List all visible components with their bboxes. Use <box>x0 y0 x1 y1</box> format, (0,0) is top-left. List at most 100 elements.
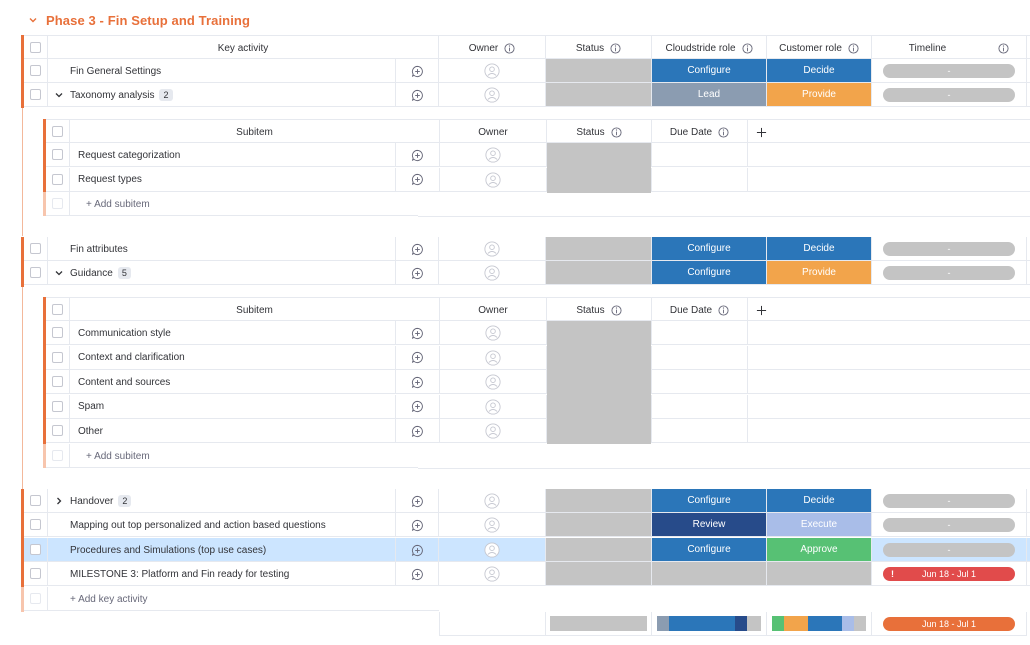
cloudstride-role-label[interactable]: Configure <box>652 538 766 561</box>
subitem-row[interactable]: Request types <box>46 167 1030 193</box>
subitem-checkbox[interactable] <box>52 400 63 412</box>
column-header-due-date[interactable]: Due Date <box>670 305 712 316</box>
info-icon[interactable] <box>605 304 622 316</box>
status-cell[interactable] <box>547 370 651 395</box>
owner-avatar-icon[interactable] <box>485 147 501 163</box>
chevron-right-icon[interactable] <box>54 496 64 506</box>
subitem-select-all-checkbox[interactable] <box>52 126 63 137</box>
add-update-icon[interactable] <box>411 495 424 508</box>
due-date-cell[interactable] <box>652 321 748 345</box>
status-cell[interactable] <box>546 538 651 561</box>
subitem-checkbox[interactable] <box>52 351 63 363</box>
due-date-cell[interactable] <box>652 167 748 192</box>
timeline-pill[interactable]: - <box>883 242 1015 256</box>
row-name[interactable]: Mapping out top personalized and action … <box>70 520 326 531</box>
owner-avatar-icon[interactable] <box>484 542 500 558</box>
customer-role-label[interactable]: Approve <box>767 538 871 561</box>
due-date-cell[interactable] <box>652 394 748 419</box>
subitem-count-badge[interactable]: 5 <box>117 267 131 279</box>
due-date-cell[interactable] <box>652 345 748 370</box>
column-header-owner[interactable]: Owner <box>478 305 507 316</box>
subitem-row[interactable]: Other <box>46 419 1030 444</box>
row-name[interactable]: Fin attributes <box>70 244 128 255</box>
column-header-timeline[interactable]: Timeline <box>909 43 946 54</box>
subitem-row[interactable]: Content and sources <box>46 370 1030 395</box>
info-icon[interactable] <box>712 304 729 316</box>
owner-avatar-icon[interactable] <box>484 87 500 103</box>
chevron-down-icon[interactable] <box>28 15 38 25</box>
column-header-customer-role[interactable]: Customer role <box>779 43 842 54</box>
column-header-key-activity[interactable]: Key activity <box>218 43 269 54</box>
column-header-due-date[interactable]: Due Date <box>670 127 712 138</box>
table-row[interactable]: Fin General Settings Configure Decide - <box>24 59 1030 83</box>
add-update-icon[interactable] <box>411 544 424 557</box>
row-name[interactable]: Taxonomy analysis <box>70 90 154 101</box>
customer-role-label[interactable]: Decide <box>767 489 871 512</box>
owner-avatar-icon[interactable] <box>484 265 500 281</box>
add-key-activity-button[interactable]: + Add key activity <box>70 594 148 605</box>
chevron-down-icon[interactable] <box>54 268 64 278</box>
status-cell[interactable] <box>546 489 651 512</box>
subitem-checkbox[interactable] <box>52 173 63 185</box>
add-column-icon[interactable] <box>756 305 767 316</box>
subitem-checkbox[interactable] <box>52 327 63 338</box>
column-header-subitem[interactable]: Subitem <box>236 305 273 316</box>
status-cell[interactable] <box>546 261 651 284</box>
add-update-icon[interactable] <box>411 351 424 364</box>
add-subitem-row[interactable]: + Add subitem <box>46 444 418 468</box>
row-name[interactable]: Procedures and Simulations (top use case… <box>70 545 266 556</box>
subitem-name[interactable]: Request categorization <box>78 150 180 161</box>
table-row[interactable]: Taxonomy analysis 2 Lead Provide - <box>24 83 1030 107</box>
info-icon[interactable] <box>605 126 622 138</box>
customer-role-label[interactable] <box>767 562 871 585</box>
status-cell[interactable] <box>547 419 651 444</box>
add-update-icon[interactable] <box>411 243 424 256</box>
status-cell[interactable] <box>546 513 651 536</box>
timeline-pill[interactable]: - <box>883 266 1015 280</box>
table-row[interactable]: Mapping out top personalized and action … <box>24 513 1030 537</box>
timeline-pill[interactable]: - <box>883 494 1015 508</box>
subitem-row[interactable]: Context and clarification <box>46 345 1030 371</box>
row-name[interactable]: Fin General Settings <box>70 66 161 77</box>
select-all-checkbox[interactable] <box>30 42 41 53</box>
column-header-cloudstride-role[interactable]: Cloudstride role <box>665 43 735 54</box>
add-column-icon[interactable] <box>756 127 767 138</box>
summary-timeline-pill[interactable]: Jun 18 - Jul 1 <box>883 617 1015 631</box>
column-header-status[interactable]: Status <box>576 127 604 138</box>
phase-title[interactable]: Phase 3 - Fin Setup and Training <box>46 13 250 28</box>
column-header-subitem[interactable]: Subitem <box>236 127 273 138</box>
due-date-cell[interactable] <box>652 419 748 443</box>
owner-avatar-icon[interactable] <box>484 493 500 509</box>
timeline-pill[interactable]: ! Jun 18 - Jul 1 <box>883 567 1015 581</box>
customer-role-label[interactable]: Decide <box>767 237 871 260</box>
timeline-pill[interactable]: - <box>883 518 1015 532</box>
status-cell[interactable] <box>547 167 651 193</box>
owner-avatar-icon[interactable] <box>485 349 501 366</box>
subitem-row[interactable]: Request categorization <box>46 143 1030 168</box>
subitem-checkbox[interactable] <box>52 425 63 436</box>
add-update-icon[interactable] <box>411 400 424 413</box>
owner-avatar-icon[interactable] <box>485 423 501 439</box>
info-icon[interactable] <box>504 42 515 54</box>
status-cell[interactable] <box>546 562 651 585</box>
table-row[interactable]: Fin attributes Configure Decide - <box>24 237 1030 261</box>
chevron-down-icon[interactable] <box>54 90 64 100</box>
owner-avatar-icon[interactable] <box>485 398 501 415</box>
subitem-count-badge[interactable]: 2 <box>118 495 132 507</box>
column-header-owner[interactable]: Owner <box>478 127 507 138</box>
row-name[interactable]: MILESTONE 3: Platform and Fin ready for … <box>70 569 289 580</box>
status-cell[interactable] <box>546 83 651 106</box>
customer-role-label[interactable]: Provide <box>767 83 871 106</box>
cloudstride-role-label[interactable]: Configure <box>652 59 766 82</box>
row-checkbox[interactable] <box>30 65 41 76</box>
add-update-icon[interactable] <box>411 519 424 532</box>
status-cell[interactable] <box>546 237 651 260</box>
cloudstride-role-label[interactable]: Lead <box>652 83 766 106</box>
timeline-pill[interactable]: - <box>883 64 1015 78</box>
subitem-name[interactable]: Context and clarification <box>78 352 185 363</box>
info-icon[interactable] <box>848 42 859 54</box>
customer-role-label[interactable]: Execute <box>767 513 871 536</box>
cloudstride-role-label[interactable]: Configure <box>652 237 766 260</box>
timeline-pill[interactable]: - <box>883 543 1015 557</box>
table-row[interactable]: Procedures and Simulations (top use case… <box>24 538 1030 562</box>
